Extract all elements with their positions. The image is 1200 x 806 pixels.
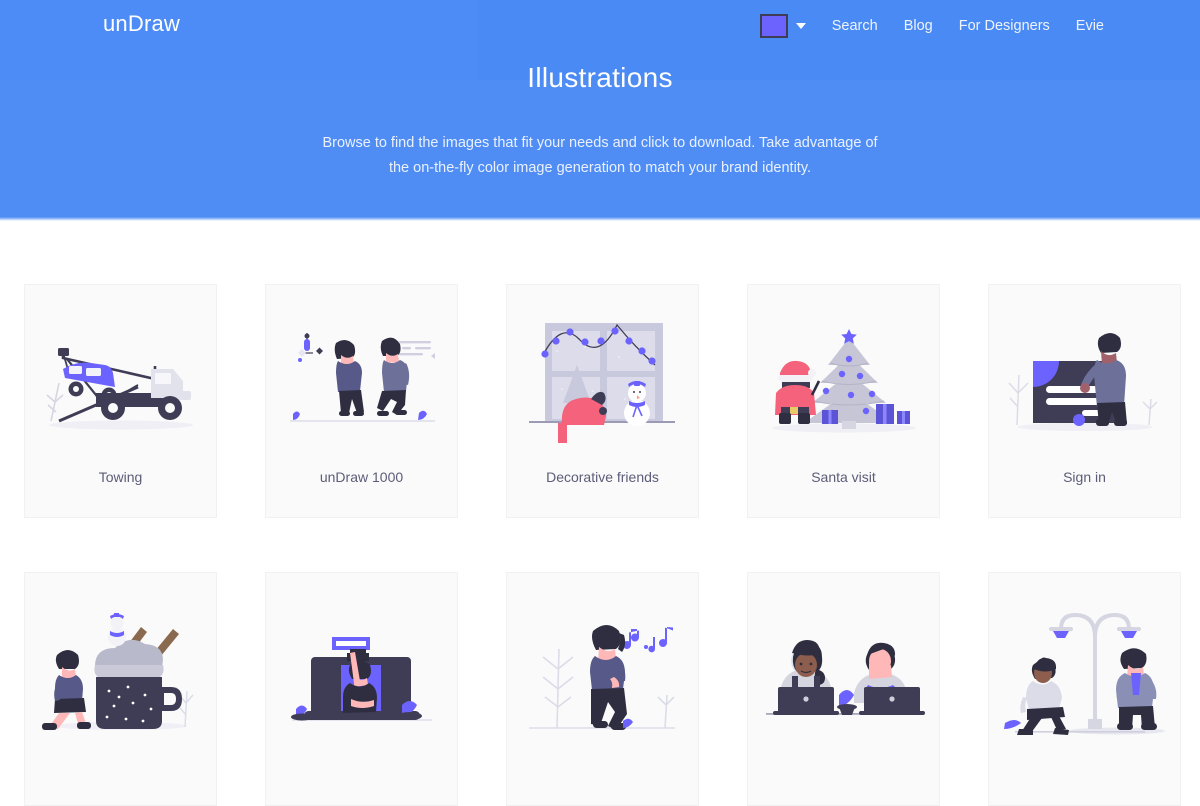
decorative-friends-illustration [506,285,699,470]
nav-links-group: Search Blog For Designers Evie [759,14,1104,38]
color-swatch[interactable] [759,14,788,38]
illustration-card-sign-in[interactable]: Sign in [988,284,1181,518]
graduation-laptop-illustration [265,573,458,758]
chevron-down-icon[interactable] [795,23,806,29]
hot-chocolate-illustration [24,573,217,758]
illustration-grid: Towing unDraw 1000 Decorative friends Sa… [24,284,1184,806]
illustration-card-coworking-laptops[interactable] [747,572,940,806]
illustration-card-title: Decorative friends [546,469,659,485]
illustration-card-title: Towing [98,469,143,485]
hero-header: unDraw Search Blog For Designers Evie Il… [0,0,1200,221]
illustration-card-title: Santa visit [811,469,876,485]
brand-logo[interactable]: unDraw [103,11,180,37]
color-picker[interactable] [759,14,806,38]
navbar: unDraw Search Blog For Designers Evie [0,0,1200,80]
illustration-card-listening-music[interactable] [506,572,699,806]
santa-visit-illustration [747,285,940,470]
towing-illustration [24,285,217,470]
illustration-card-street-lamp-walk[interactable] [988,572,1181,806]
illustration-card-towing[interactable]: Towing [24,284,217,518]
illustration-card-graduation-laptop[interactable] [265,572,458,806]
nav-link-for-designers[interactable]: For Designers [959,18,1050,34]
nav-link-blog[interactable]: Blog [904,18,933,34]
hero-bottom-fade [0,217,1200,221]
illustration-card-title: unDraw 1000 [319,469,404,485]
street-lamp-walk-illustration [988,573,1181,758]
illustration-card-title: Sign in [1063,469,1106,485]
illustration-card-undraw-1000[interactable]: unDraw 1000 [265,284,458,518]
hero-subtitle-line1: Browse to find the images that fit your … [322,135,878,151]
hero-subtitle: Browse to find the images that fit your … [0,131,1200,181]
illustration-card-hot-chocolate[interactable] [24,572,217,806]
nav-link-search[interactable]: Search [832,18,878,34]
coworking-laptops-illustration [747,573,940,758]
sign-in-illustration [988,285,1181,470]
hero-subtitle-line2: the on-the-fly color image generation to… [388,160,812,176]
illustration-card-santa-visit[interactable]: Santa visit [747,284,940,518]
undraw-1000-illustration [265,285,458,470]
nav-link-evie[interactable]: Evie [1076,18,1104,34]
illustration-card-decorative-friends[interactable]: Decorative friends [506,284,699,518]
listening-music-illustration [506,573,699,758]
